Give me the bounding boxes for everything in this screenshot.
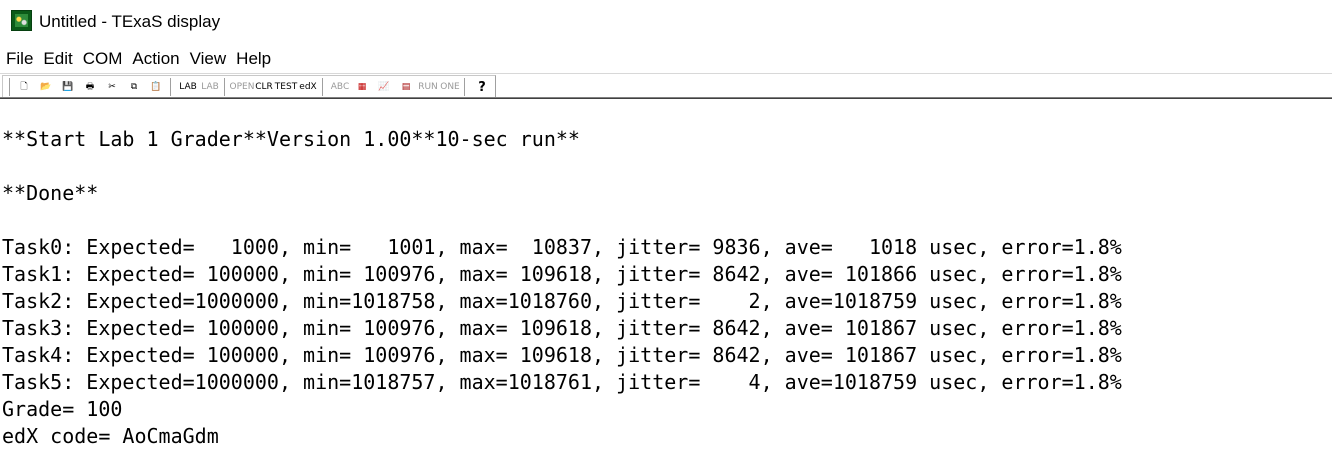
toolbar-separator	[464, 78, 468, 96]
title-bar: Untitled - TExaS display	[0, 0, 1332, 44]
menu-bar: File Edit COM Action View Help	[0, 46, 1332, 72]
console-line: **Done**	[2, 181, 99, 205]
help-icon[interactable]: ?	[472, 77, 492, 97]
graph-icon[interactable]: 📈	[374, 77, 394, 97]
run-stop-icon[interactable]: RUN	[418, 77, 438, 97]
console-line: Task0: Expected= 1000, min= 1001, max= 1…	[2, 235, 1122, 259]
one-icon[interactable]: ONE	[440, 77, 460, 97]
paste-icon[interactable]: 📋	[146, 77, 166, 97]
clear-icon[interactable]: CLR	[254, 77, 274, 97]
toolbar-separator	[224, 78, 228, 96]
toolbar-grip[interactable]	[5, 78, 10, 96]
copy-icon[interactable]: ⧉	[124, 77, 144, 97]
console-line: **Start Lab 1 Grader**Version 1.00**10-s…	[2, 127, 580, 151]
new-file-icon[interactable]: 🗋	[14, 77, 34, 97]
menu-com[interactable]: COM	[78, 47, 128, 71]
console-line: Task3: Expected= 100000, min= 100976, ma…	[2, 316, 1122, 340]
toolbar-strip: 🗋 📂 💾 🖶 ✂ ⧉ 📋 LAB LAB OPEN CLR TEST edX …	[2, 75, 496, 99]
console-line: Task2: Expected=1000000, min=1018758, ma…	[2, 289, 1122, 313]
lab-select-icon[interactable]: LAB	[178, 77, 198, 97]
menu-file[interactable]: File	[0, 47, 38, 71]
toolbar-separator	[170, 78, 174, 96]
abc-def-icon[interactable]: ABC	[330, 77, 350, 97]
texas-app-icon	[11, 10, 32, 31]
console-output[interactable]: **Start Lab 1 Grader**Version 1.00**10-s…	[2, 99, 1330, 467]
toolbar-separator	[322, 78, 326, 96]
console-line: Task1: Expected= 100000, min= 100976, ma…	[2, 262, 1122, 286]
save-icon[interactable]: 💾	[58, 77, 78, 97]
console-line: Grade= 100	[2, 397, 123, 421]
lab-list-icon[interactable]: LAB	[200, 77, 220, 97]
menu-edit[interactable]: Edit	[38, 47, 77, 71]
scope-icon[interactable]: ▦	[352, 77, 372, 97]
open-folder-icon[interactable]: 📂	[36, 77, 56, 97]
menu-action[interactable]: Action	[127, 47, 184, 71]
window-title: Untitled - TExaS display	[39, 12, 221, 31]
toolbar: 🗋 📂 💾 🖶 ✂ ⧉ 📋 LAB LAB OPEN CLR TEST edX …	[0, 73, 1332, 99]
print-icon[interactable]: 🖶	[80, 77, 100, 97]
test-icon[interactable]: TEST	[275, 77, 297, 97]
console-line: Task5: Expected=1000000, min=1018757, ma…	[2, 370, 1122, 394]
logic-analyzer-icon[interactable]: ▤	[396, 77, 416, 97]
cut-icon[interactable]: ✂	[102, 77, 122, 97]
open-port-icon[interactable]: OPEN	[230, 77, 255, 97]
console-line: Task4: Expected= 100000, min= 100976, ma…	[2, 343, 1122, 367]
console-line: edX code= AoCmaGdm	[2, 424, 219, 448]
menu-view[interactable]: View	[185, 47, 232, 71]
menu-help[interactable]: Help	[231, 47, 276, 71]
edx-icon[interactable]: edX	[298, 77, 318, 97]
